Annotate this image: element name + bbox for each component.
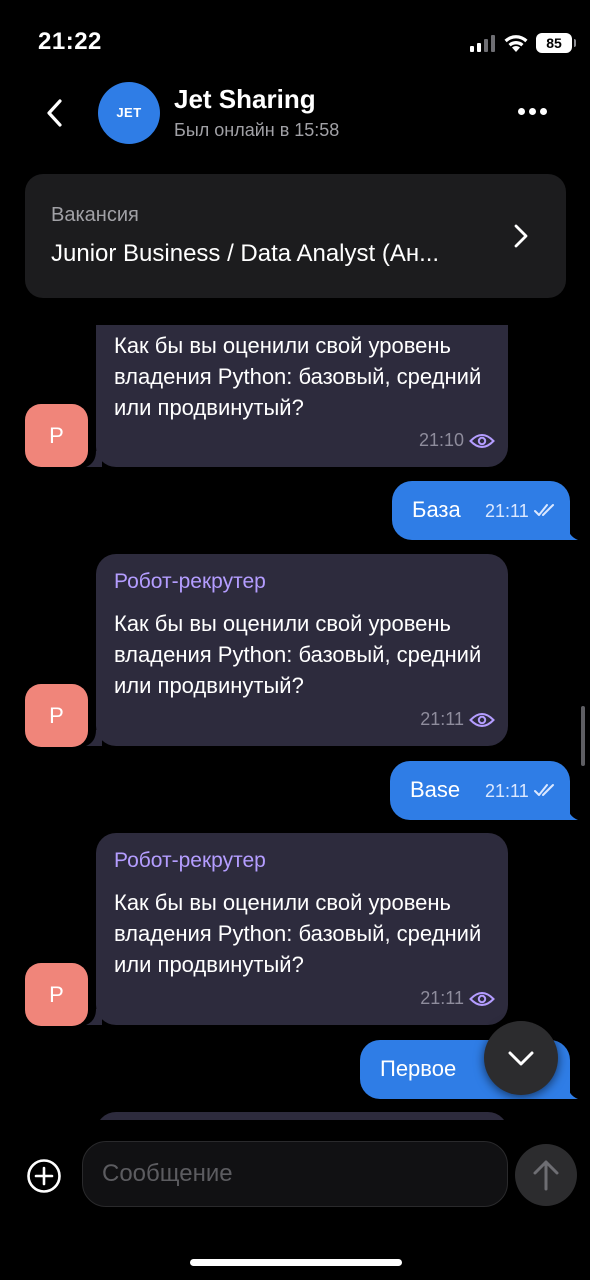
wifi-icon [504,35,528,52]
chat-avatar[interactable]: JET [98,82,160,144]
message-list[interactable]: Как бы вы оценили свой уровень владения … [0,298,590,1120]
chevron-down-icon [508,1051,534,1066]
arrow-up-icon [533,1160,559,1191]
message-time: 21:11 [420,709,464,729]
vacancy-label: Вакансия [51,204,139,226]
chat-title[interactable]: Jet Sharing [174,84,316,115]
double-check-icon [534,504,554,516]
cellular-signal-icon [470,34,496,52]
message-text: Как бы вы оценили свой уровень владения … [114,611,482,698]
sender-name: Робот-рекрутер [114,849,266,872]
message-time: 21:11 [485,501,529,521]
chevron-right-icon [514,224,528,248]
back-chevron-icon[interactable] [40,95,70,131]
message-text: Как бы вы оценили свой уровень владения … [114,333,482,420]
eye-icon [469,713,495,727]
more-options-icon[interactable] [518,108,550,118]
double-check-icon [534,784,554,796]
incoming-message[interactable]: Робот-рекрутер Как бы вы оценили свой ур… [96,554,508,746]
sender-name: Робот-рекрутер [114,570,266,593]
scroll-to-bottom-button[interactable] [484,1021,558,1095]
home-indicator[interactable] [190,1259,402,1266]
send-button[interactable] [515,1144,577,1206]
message-input[interactable] [82,1141,508,1207]
message-text: Base [410,777,461,802]
outgoing-message[interactable]: База 21:11 [392,481,570,540]
message-time: 21:11 [485,781,529,801]
scrollbar[interactable] [581,706,585,766]
eye-icon [469,992,495,1006]
battery-indicator: 85 [536,33,576,53]
last-seen-status: Был онлайн в 15:58 [174,120,340,140]
status-time: 21:22 [38,28,102,55]
vacancy-card[interactable]: Вакансия Junior Business / Data Analyst … [25,174,566,298]
eye-icon [469,434,495,448]
message-text: Как бы вы оценили свой уровень владения … [114,890,482,977]
outgoing-message[interactable]: Base 21:11 [390,761,570,820]
bot-avatar[interactable]: Р [25,404,88,467]
message-time: 21:11 [420,988,464,1008]
bot-avatar[interactable]: Р [25,684,88,747]
bot-avatar[interactable]: Р [25,963,88,1026]
vacancy-title: Junior Business / Data Analyst (Ан... [51,240,440,267]
status-bar: 21:22 85 [0,0,590,80]
add-attachment-icon[interactable] [26,1158,62,1194]
incoming-message[interactable]: Робот-рекрутер Как бы вы оценили свой ур… [96,833,508,1025]
message-time: 21:10 [418,430,464,450]
incoming-message[interactable]: Как бы вы оценили свой уровень владения … [96,325,508,467]
message-text: Первое [380,1056,457,1081]
message-text: База [412,497,461,522]
incoming-message[interactable] [96,1112,508,1120]
